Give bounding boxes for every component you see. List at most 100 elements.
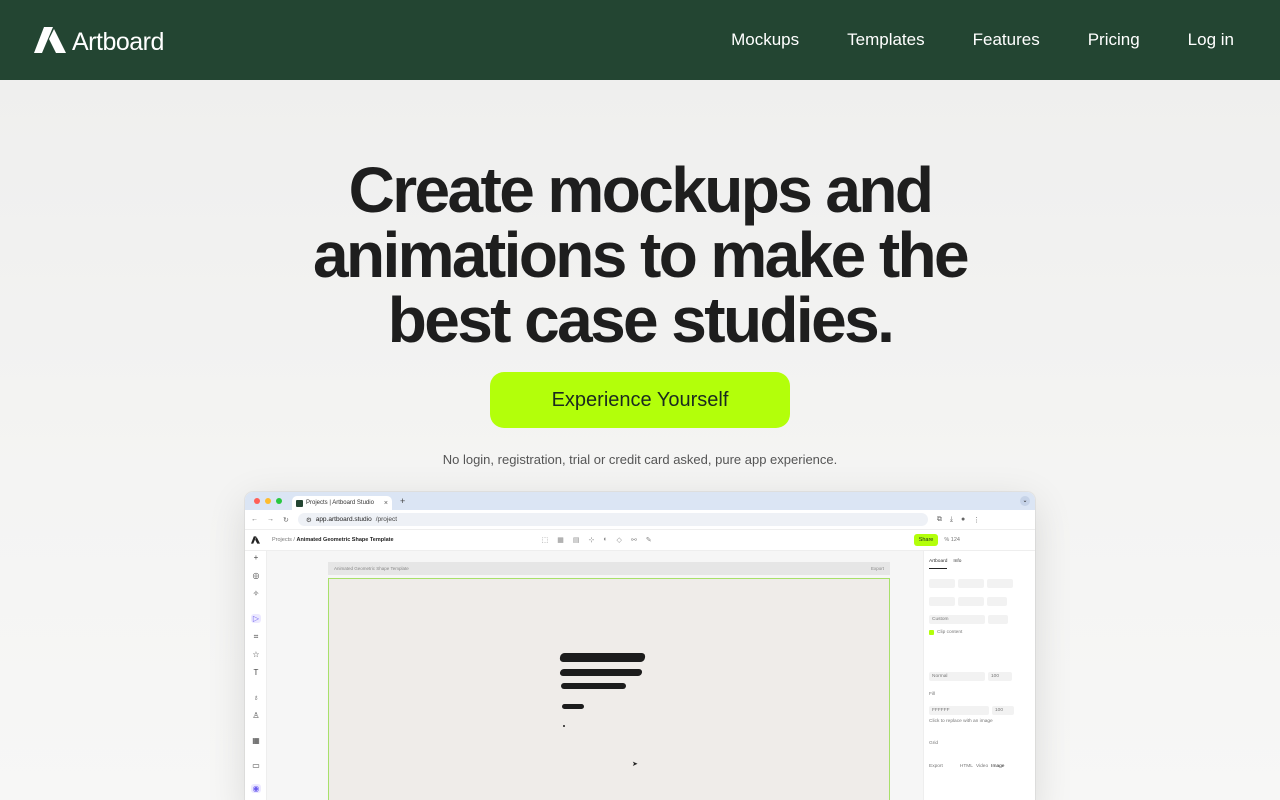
star-icon: ☆: [252, 650, 260, 659]
y-field: [958, 579, 984, 588]
rotation-field: [987, 579, 1013, 588]
text-tool-icon: T: [253, 668, 259, 677]
mouse-cursor-icon: ➤: [632, 761, 638, 768]
export-option-html: HTML: [959, 764, 973, 769]
x-field: [929, 579, 955, 588]
export-option-video: Video: [975, 764, 989, 769]
brand-name: Artboard: [72, 27, 164, 56]
window-close-dot: [254, 498, 260, 504]
breadcrumb: Projects / Animated Geometric Shape Temp…: [272, 537, 394, 543]
shape-tool-icon: ◇: [616, 537, 622, 544]
shape-bar: [562, 704, 584, 709]
top-nav: Artboard Mockups Templates Features Pric…: [0, 0, 1280, 80]
artboard-export: Export: [870, 566, 884, 571]
sparkle-icon: ✧: [252, 589, 260, 598]
hero-subnote: No login, registration, trial or credit …: [442, 452, 838, 467]
export-row: Export HTML Video Image: [929, 764, 1004, 769]
settings-icon: ◉: [251, 784, 261, 793]
tab-artboard: Artboard: [929, 559, 948, 569]
orientation-toggle: [988, 615, 1008, 624]
export-option-image: Image: [991, 764, 1005, 769]
nav-link-features[interactable]: Features: [949, 30, 1064, 50]
artboard-label-bar: Animated Geometric Shape Template Export: [328, 562, 890, 575]
window-maximize-dot: [276, 498, 282, 504]
hero-title: Create mockups and animations to make th…: [0, 158, 1280, 353]
tool-icons: ⬚ ▦ ▤ ⊹ ◐ ◇ ⚯ ✎: [542, 536, 652, 544]
blend-row: Normal 100: [929, 672, 1012, 681]
height-field: [958, 597, 984, 606]
reload-icon: ↻: [283, 516, 289, 524]
extensions-icon: ⧉: [936, 515, 942, 523]
link-tool-icon: ⚯: [630, 537, 637, 544]
grid-tool-icon: ▤: [572, 537, 580, 544]
browser-actions: ⧉ ⤓ ● ⋮: [937, 516, 980, 524]
shape-bar: [559, 653, 646, 662]
fill-hint: Click to replace with an image: [929, 719, 993, 724]
app-toolbar: Projects / Animated Geometric Shape Temp…: [245, 530, 1035, 551]
lock-ratio: [987, 597, 1007, 606]
nav-link-pricing[interactable]: Pricing: [1064, 30, 1164, 50]
back-icon: ←: [251, 516, 258, 523]
size-row: [929, 597, 1007, 606]
grid-icon: ▦: [252, 736, 260, 745]
select-tool-icon: ▷: [251, 614, 261, 623]
more-icon: ⋮: [973, 516, 981, 524]
fill-row: FFFFFF 100: [929, 706, 1014, 715]
width-field: [929, 597, 955, 606]
plus-icon: +: [253, 553, 259, 562]
nav-link-templates[interactable]: Templates: [823, 30, 948, 50]
breadcrumb-root: Projects /: [272, 537, 295, 543]
nav-link-mockups[interactable]: Mockups: [707, 30, 823, 50]
experience-yourself-button[interactable]: Experience Yourself: [490, 372, 790, 428]
artboard-logo-icon: [34, 27, 66, 53]
url-path: /project: [375, 516, 398, 523]
browser-tab-bar: Projects | Artboard Studio × + ⌄: [245, 492, 1035, 510]
grid-label: Grid: [929, 741, 939, 746]
browser-tab: Projects | Artboard Studio ×: [292, 496, 392, 510]
panel-tabs: Artboard Info: [929, 559, 961, 569]
checkbox-icon: [929, 630, 934, 635]
fill-hint-row: Click to replace with an image: [929, 719, 993, 724]
url-host: app.artboard.studio: [315, 516, 372, 523]
shape-dot: [563, 725, 565, 727]
download-icon: ⤓: [949, 515, 953, 523]
profile-icon: ●: [960, 515, 966, 523]
fill-label: Fill: [929, 692, 936, 697]
breadcrumb-project: Animated Geometric Shape Template: [296, 537, 394, 543]
chevron-down-icon: ⌄: [1020, 496, 1030, 506]
properties-panel: Artboard Info Custom Clip content Normal…: [923, 551, 1035, 800]
hero-title-line: Create mockups and: [348, 154, 934, 226]
forward-icon: →: [267, 516, 274, 523]
hero-title-line: best case studies.: [387, 284, 895, 356]
export-label: Export: [929, 764, 943, 769]
zoom-level: % 124: [944, 537, 960, 543]
share-button: Share: [913, 534, 939, 546]
app-preview: Projects | Artboard Studio × + ⌄ ← → ↻ ⚙…: [245, 492, 1035, 800]
fill-opacity-field: 100: [992, 706, 1014, 715]
tab-title: Projects | Artboard Studio: [306, 500, 374, 506]
nav-links: Mockups Templates Features Pricing Log i…: [707, 30, 1234, 50]
cursor-tool-icon: ⬚: [541, 537, 549, 544]
frame-icon: ⌗: [253, 632, 259, 641]
grid-row: Grid: [929, 741, 938, 746]
shape-bar: [559, 669, 643, 676]
align-tool-icon: ⊹: [588, 537, 595, 544]
blend-mode: Normal: [929, 672, 985, 681]
fill-hex-field: FFFFFF: [929, 706, 989, 715]
comment-tool-icon: ✎: [645, 537, 652, 544]
position-row: [929, 579, 1013, 588]
clip-label: Clip content: [937, 630, 963, 635]
nav-link-login[interactable]: Log in: [1164, 30, 1234, 50]
window-minimize-dot: [265, 498, 271, 504]
clip-row: Clip content: [929, 630, 962, 635]
pencil-tool-icon: ♙: [252, 711, 260, 720]
artboard-logo-icon: [251, 536, 260, 544]
artboard: [328, 578, 890, 800]
shape-bar: [561, 683, 626, 689]
fill-heading: Fill: [929, 692, 935, 697]
mask-tool-icon: ◐: [603, 536, 608, 543]
brand[interactable]: Artboard: [34, 24, 164, 57]
hero-title-line: animations to make the: [312, 219, 970, 291]
folder-icon: ▭: [252, 761, 260, 770]
opacity-field: 100: [988, 672, 1012, 681]
